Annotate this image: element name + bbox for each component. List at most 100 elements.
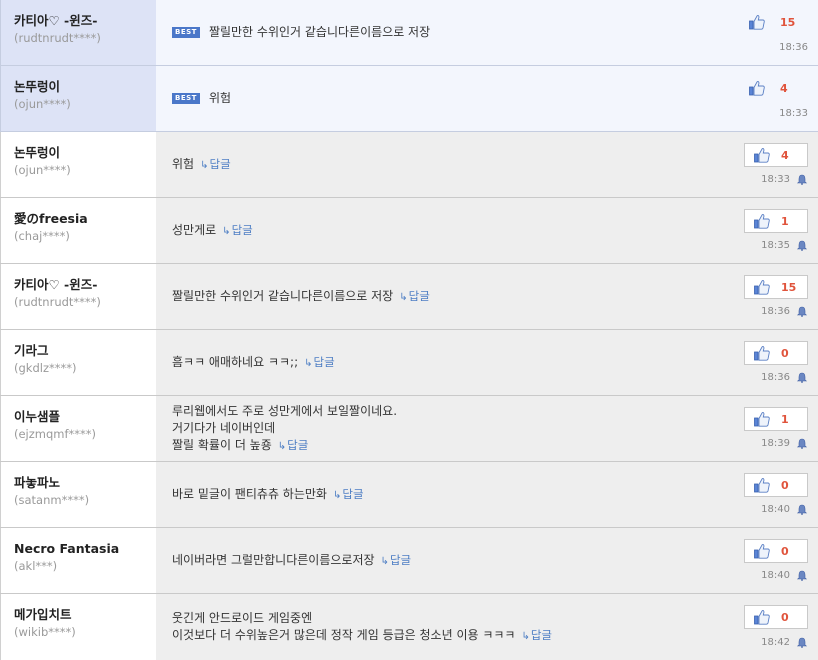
- like-button[interactable]: 0: [744, 341, 808, 365]
- comment-time: 18:36: [779, 42, 808, 53]
- comment-body: BEST 위험 4 18:33: [156, 66, 818, 131]
- timestamp: 18:35: [761, 240, 790, 251]
- thumbs-up-icon: [754, 147, 770, 163]
- author-nickname[interactable]: 이누샘플: [14, 408, 156, 426]
- author-nickname[interactable]: 카티아♡ -윈즈-: [14, 12, 156, 30]
- like-button[interactable]: 0: [744, 473, 808, 497]
- author-nickname[interactable]: 파놓파노: [14, 474, 156, 492]
- reply-link[interactable]: ↳답글: [333, 487, 364, 501]
- reply-label: 답글: [408, 288, 430, 303]
- comment-row: 메가입치트 (wikib****) 웃긴게 안드로이드 게임중엔이것보다 더 수…: [0, 594, 818, 660]
- author-nickname[interactable]: 논뚜렁이: [14, 78, 156, 96]
- comment-time: 18:35: [761, 240, 807, 251]
- like-count: 15: [781, 280, 797, 294]
- reply-link[interactable]: ↳답글: [521, 628, 552, 642]
- thumbs-up-icon: [754, 609, 770, 625]
- bell-icon[interactable]: [797, 438, 807, 449]
- comment-line: 이것보다 더 수위높은거 많은데 정작 게임 등급은 청소년 이용 ㅋㅋㅋ ↳답글: [172, 627, 553, 642]
- like-button[interactable]: 0: [744, 605, 808, 629]
- comment-author: 기라그 (gkdlz****): [0, 330, 156, 395]
- reply-link[interactable]: ↳답글: [200, 157, 231, 171]
- reply-arrow-icon: ↳: [304, 357, 313, 369]
- comment-text: BEST 위험: [172, 90, 231, 107]
- like-button[interactable]: 1: [744, 407, 808, 431]
- bell-icon[interactable]: [797, 570, 807, 581]
- reply-arrow-icon: ↳: [521, 630, 530, 642]
- comment-author: 카티아♡ -윈즈- (rudtnrudt****): [0, 0, 156, 65]
- reply-label: 답글: [287, 437, 309, 452]
- timestamp: 18:33: [779, 108, 808, 119]
- comment-line: 바로 밑글이 팬티츄츄 하는만화 ↳답글: [172, 486, 364, 501]
- like-count: 0: [781, 346, 789, 360]
- like-count: 0: [781, 610, 789, 624]
- reply-link[interactable]: ↳답글: [304, 355, 335, 369]
- author-nickname[interactable]: 메가입치트: [14, 606, 156, 624]
- author-nickname[interactable]: Necro Fantasia: [14, 540, 156, 558]
- bell-icon[interactable]: [797, 306, 807, 317]
- like-button[interactable]: 15: [744, 275, 808, 299]
- author-nickname[interactable]: 논뚜렁이: [14, 144, 156, 162]
- timestamp: 18:40: [761, 570, 790, 581]
- author-id: (ejzmqmf****): [14, 427, 97, 441]
- bell-icon[interactable]: [797, 504, 807, 515]
- comment-row: 논뚜렁이 (ojun****) 위험 ↳답글 4 18:33: [0, 132, 818, 198]
- comment-row: 이누샘플 (ejzmqmf****) 루리웹에서도 주로 성만게에서 보일짤이네…: [0, 396, 818, 462]
- comment-text: 바로 밑글이 팬티츄츄 하는만화 ↳답글: [172, 486, 364, 504]
- comment-line: 흠ㅋㅋ 애매하네요 ㅋㅋ;; ↳답글: [172, 354, 335, 369]
- like-button[interactable]: 0: [744, 539, 808, 563]
- comment-line-text: 짤릴만한 수위인거 같습니다른이름으로 저장: [208, 25, 431, 39]
- comment-time: 18:33: [779, 108, 808, 119]
- comment-line: 네이버라면 그럴만합니다른이름으로저장 ↳답글: [172, 552, 412, 567]
- best-comment-row: 논뚜렁이 (ojun****) BEST 위험 4 18:33: [0, 66, 818, 132]
- comment-row: 愛のfreesia (chaj****) 성만게로 ↳답글 1 18:35: [0, 198, 818, 264]
- comment-line: 성만게로 ↳답글: [172, 222, 253, 237]
- author-nickname[interactable]: 카티아♡ -윈즈-: [14, 276, 156, 294]
- reply-link[interactable]: ↳답글: [399, 289, 430, 303]
- thumbs-up-icon: [754, 345, 770, 361]
- thumbs-up-icon: [754, 543, 770, 559]
- bell-icon[interactable]: [797, 174, 807, 185]
- comment-time: 18:42: [761, 637, 807, 648]
- comment-author: 메가입치트 (wikib****): [0, 594, 156, 660]
- reply-link[interactable]: ↳답글: [278, 438, 309, 452]
- like-button[interactable]: 4: [744, 143, 808, 167]
- comment-line: 짤릴 확률이 더 높죵 ↳답글: [172, 437, 309, 452]
- comment-line: 거기다가 네이버인데: [172, 420, 276, 435]
- timestamp: 18:40: [761, 504, 790, 515]
- bell-icon[interactable]: [797, 372, 807, 383]
- thumbs-up-icon: [754, 411, 770, 427]
- comment-body: 루리웹에서도 주로 성만게에서 보일짤이네요. 거기다가 네이버인데 짤릴 확률이 …: [156, 396, 818, 461]
- reply-arrow-icon: ↳: [222, 225, 231, 237]
- reply-label: 답글: [313, 354, 335, 369]
- author-id: (gkdlz****): [14, 361, 77, 375]
- comment-author: 논뚜렁이 (ojun****): [0, 132, 156, 197]
- comment-author: 愛のfreesia (chaj****): [0, 198, 156, 263]
- comment-row: 기라그 (gkdlz****) 흠ㅋㅋ 애매하네요 ㅋㅋ;; ↳답글 0 18:36: [0, 330, 818, 396]
- comment-time: 18:36: [761, 306, 807, 317]
- author-id: (rudtnrudt****): [14, 31, 101, 45]
- reply-arrow-icon: ↳: [380, 555, 389, 567]
- like-button[interactable]: 4: [748, 79, 798, 97]
- author-nickname[interactable]: 기라그: [14, 342, 156, 360]
- comment-body: 네이버라면 그럴만합니다른이름으로저장 ↳답글 0 18:40: [156, 528, 818, 593]
- comment-body: BEST 짤릴만한 수위인거 같습니다른이름으로 저장 15 18:36: [156, 0, 818, 65]
- comment-row: 파놓파노 (satanm****) 바로 밑글이 팬티츄츄 하는만화 ↳답글 0 1…: [0, 462, 818, 528]
- comment-text: 짤릴만한 수위인거 같습니다른이름으로 저장 ↳답글: [172, 288, 430, 306]
- comment-body: 성만게로 ↳답글 1 18:35: [156, 198, 818, 263]
- author-id: (ojun****): [14, 97, 71, 111]
- timestamp: 18:39: [761, 438, 790, 449]
- bell-icon[interactable]: [797, 240, 807, 251]
- like-count: 0: [781, 478, 789, 492]
- bell-icon[interactable]: [797, 637, 807, 648]
- reply-link[interactable]: ↳답글: [222, 223, 253, 237]
- reply-label: 답글: [342, 486, 364, 501]
- comment-text: 위험 ↳답글: [172, 156, 231, 174]
- comment-line: 짤릴만한 수위인거 같습니다른이름으로 저장 ↳답글: [172, 288, 430, 303]
- reply-link[interactable]: ↳답글: [381, 553, 412, 567]
- author-id: (satanm****): [14, 493, 90, 507]
- author-nickname[interactable]: 愛のfreesia: [14, 210, 156, 228]
- best-badge: BEST: [172, 27, 200, 38]
- like-button[interactable]: 1: [744, 209, 808, 233]
- like-button[interactable]: 15: [748, 13, 798, 31]
- comment-line: 웃긴게 안드로이드 게임중엔: [172, 610, 313, 625]
